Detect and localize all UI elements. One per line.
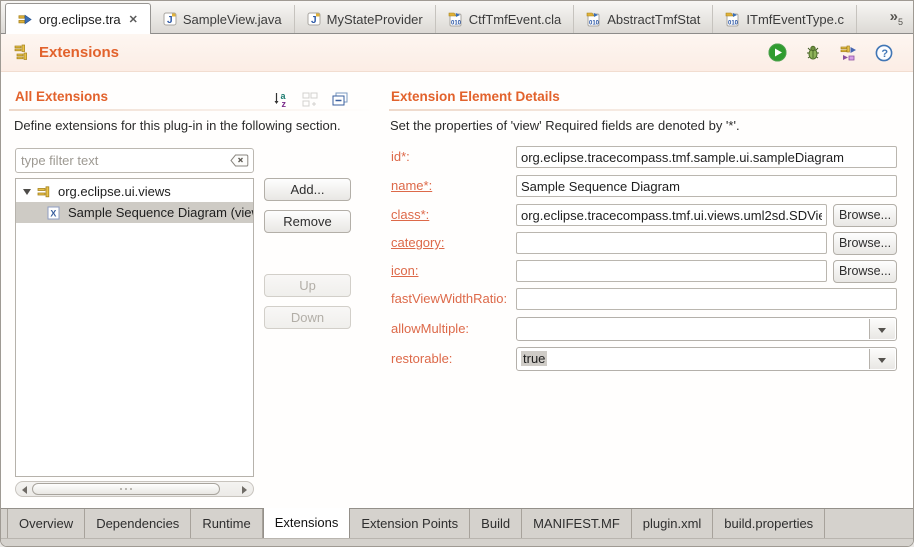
page-title: Extensions xyxy=(39,44,119,61)
svg-text:X: X xyxy=(50,208,56,218)
class-file-icon: 010 xyxy=(586,12,601,27)
scroll-right-icon[interactable] xyxy=(242,486,247,494)
tree-item-view-element[interactable]: X Sample Sequence Diagram (view xyxy=(16,202,253,223)
clear-filter-icon[interactable] xyxy=(230,154,249,167)
editor-tab-label: SampleView.java xyxy=(183,12,282,27)
icon-browse-button[interactable]: Browse... xyxy=(833,260,897,283)
field-label-name-link[interactable]: name*: xyxy=(391,178,432,193)
svg-text:010: 010 xyxy=(589,20,600,26)
all-extensions-title: All Extensions xyxy=(15,89,108,104)
details-title: Extension Element Details xyxy=(391,89,560,104)
tree-expanded-arrow-icon[interactable] xyxy=(23,189,31,195)
toggle-expand-icon[interactable] xyxy=(302,92,318,108)
class-file-icon: 010 xyxy=(725,12,740,27)
tab-manifest-mf[interactable]: MANIFEST.MF xyxy=(522,509,632,538)
field-label-restorable: restorable: xyxy=(391,351,452,366)
tab-extensions[interactable]: Extensions xyxy=(263,508,351,539)
scrollbar-thumb[interactable] xyxy=(32,483,220,495)
chevron-down-icon[interactable] xyxy=(869,349,895,369)
extensions-tree: org.eclipse.ui.views X Sample Sequence D… xyxy=(15,178,254,477)
editor-tab-label: ITmfEventType.c xyxy=(746,12,844,27)
tab-dependencies[interactable]: Dependencies xyxy=(85,509,191,538)
editor-tab-mystateprovider[interactable]: J MyStateProvider xyxy=(295,5,436,33)
all-extensions-description: Define extensions for this plug-in in th… xyxy=(14,118,341,133)
editor-tab-ctftmfevent[interactable]: 010 CtfTmfEvent.cla xyxy=(436,5,574,33)
help-icon[interactable]: ? xyxy=(875,44,893,62)
tab-build[interactable]: Build xyxy=(470,509,522,538)
field-label-id: id*: xyxy=(391,149,410,164)
name-field[interactable] xyxy=(516,175,897,197)
sort-alphabetically-icon[interactable]: az xyxy=(273,91,290,108)
tab-overflow-chevron[interactable]: »5 xyxy=(890,8,913,33)
editor-tab-label: AbstractTmfStat xyxy=(607,12,700,27)
svg-text:?: ? xyxy=(881,48,888,60)
svg-text:z: z xyxy=(282,99,287,108)
tab-overflow-count: 5 xyxy=(898,17,903,27)
java-file-icon: J xyxy=(163,12,177,26)
tab-build-properties[interactable]: build.properties xyxy=(713,509,825,538)
editor-tab-label: org.eclipse.tra xyxy=(39,12,121,27)
filter-field-wrap xyxy=(15,148,254,173)
close-icon[interactable]: ✕ xyxy=(129,13,138,26)
extension-point-icon xyxy=(37,186,52,198)
tree-horizontal-scrollbar[interactable] xyxy=(15,481,254,497)
class-file-icon: 010 xyxy=(448,12,463,27)
remove-button[interactable]: Remove xyxy=(264,210,351,233)
tab-overview[interactable]: Overview xyxy=(7,509,85,538)
tree-item-extension-point[interactable]: org.eclipse.ui.views xyxy=(16,181,253,202)
fastviewwidthratio-field[interactable] xyxy=(516,288,897,310)
tree-item-label: Sample Sequence Diagram (view xyxy=(68,205,254,220)
collapse-all-icon[interactable] xyxy=(331,91,349,108)
category-field[interactable] xyxy=(516,232,827,254)
tab-runtime[interactable]: Runtime xyxy=(191,509,262,538)
field-label-class-link[interactable]: class*: xyxy=(391,207,429,222)
svg-text:J: J xyxy=(311,15,317,26)
form-page-header: Extensions ? xyxy=(1,34,913,72)
tab-plugin-xml[interactable]: plugin.xml xyxy=(632,509,714,538)
debug-icon[interactable] xyxy=(804,44,822,62)
tree-item-label: org.eclipse.ui.views xyxy=(58,184,171,199)
plugin-icon xyxy=(18,12,33,27)
combo-value: true xyxy=(521,351,547,366)
category-browse-button[interactable]: Browse... xyxy=(833,232,897,255)
editor-tab-abstracttmfstat[interactable]: 010 AbstractTmfStat xyxy=(574,5,713,33)
svg-text:J: J xyxy=(167,15,173,26)
editor-tab-label: CtfTmfEvent.cla xyxy=(469,12,561,27)
filter-input[interactable] xyxy=(21,150,226,171)
editor-tab-label: MyStateProvider xyxy=(327,12,423,27)
java-file-icon: J xyxy=(307,12,321,26)
field-label-fastviewwidthratio: fastViewWidthRatio: xyxy=(391,291,507,306)
chevron-down-icon[interactable] xyxy=(869,319,895,339)
field-label-icon-link[interactable]: icon: xyxy=(391,263,418,278)
up-button[interactable]: Up xyxy=(264,274,351,297)
export-plugin-icon[interactable] xyxy=(839,44,858,62)
class-browse-button[interactable]: Browse... xyxy=(833,204,897,227)
add-button[interactable]: Add... xyxy=(264,178,351,201)
field-label-allowmultiple: allowMultiple: xyxy=(391,321,469,336)
section-rule xyxy=(9,109,375,111)
svg-text:010: 010 xyxy=(451,20,462,26)
down-button[interactable]: Down xyxy=(264,306,351,329)
scroll-left-icon[interactable] xyxy=(22,486,27,494)
id-field[interactable] xyxy=(516,146,897,168)
svg-text:010: 010 xyxy=(728,20,739,26)
editor-tab-bar: org.eclipse.tra ✕ J SampleView.java J My… xyxy=(1,1,913,34)
allowmultiple-combo[interactable] xyxy=(516,317,897,341)
editor-tab-itmfeventtype[interactable]: 010 ITmfEventType.c xyxy=(713,5,857,33)
plugin-manifest-editor-window: org.eclipse.tra ✕ J SampleView.java J My… xyxy=(0,0,914,547)
bottom-divider xyxy=(1,538,913,539)
tab-extension-points[interactable]: Extension Points xyxy=(350,509,470,538)
run-icon[interactable] xyxy=(768,43,787,62)
icon-field[interactable] xyxy=(516,260,827,282)
class-field[interactable] xyxy=(516,204,827,226)
form-page-tab-bar: Overview Dependencies Runtime Extensions… xyxy=(1,508,913,546)
extensions-page-icon xyxy=(13,44,31,61)
details-description: Set the properties of 'view' Required fi… xyxy=(390,118,740,133)
editor-tab-sampleview[interactable]: J SampleView.java xyxy=(151,5,295,33)
restorable-combo[interactable]: true xyxy=(516,347,897,371)
field-label-category-link[interactable]: category: xyxy=(391,235,444,250)
editor-tab-org-eclipse-tra[interactable]: org.eclipse.tra ✕ xyxy=(5,3,151,34)
section-rule xyxy=(389,109,899,111)
element-x-icon: X xyxy=(47,206,61,220)
